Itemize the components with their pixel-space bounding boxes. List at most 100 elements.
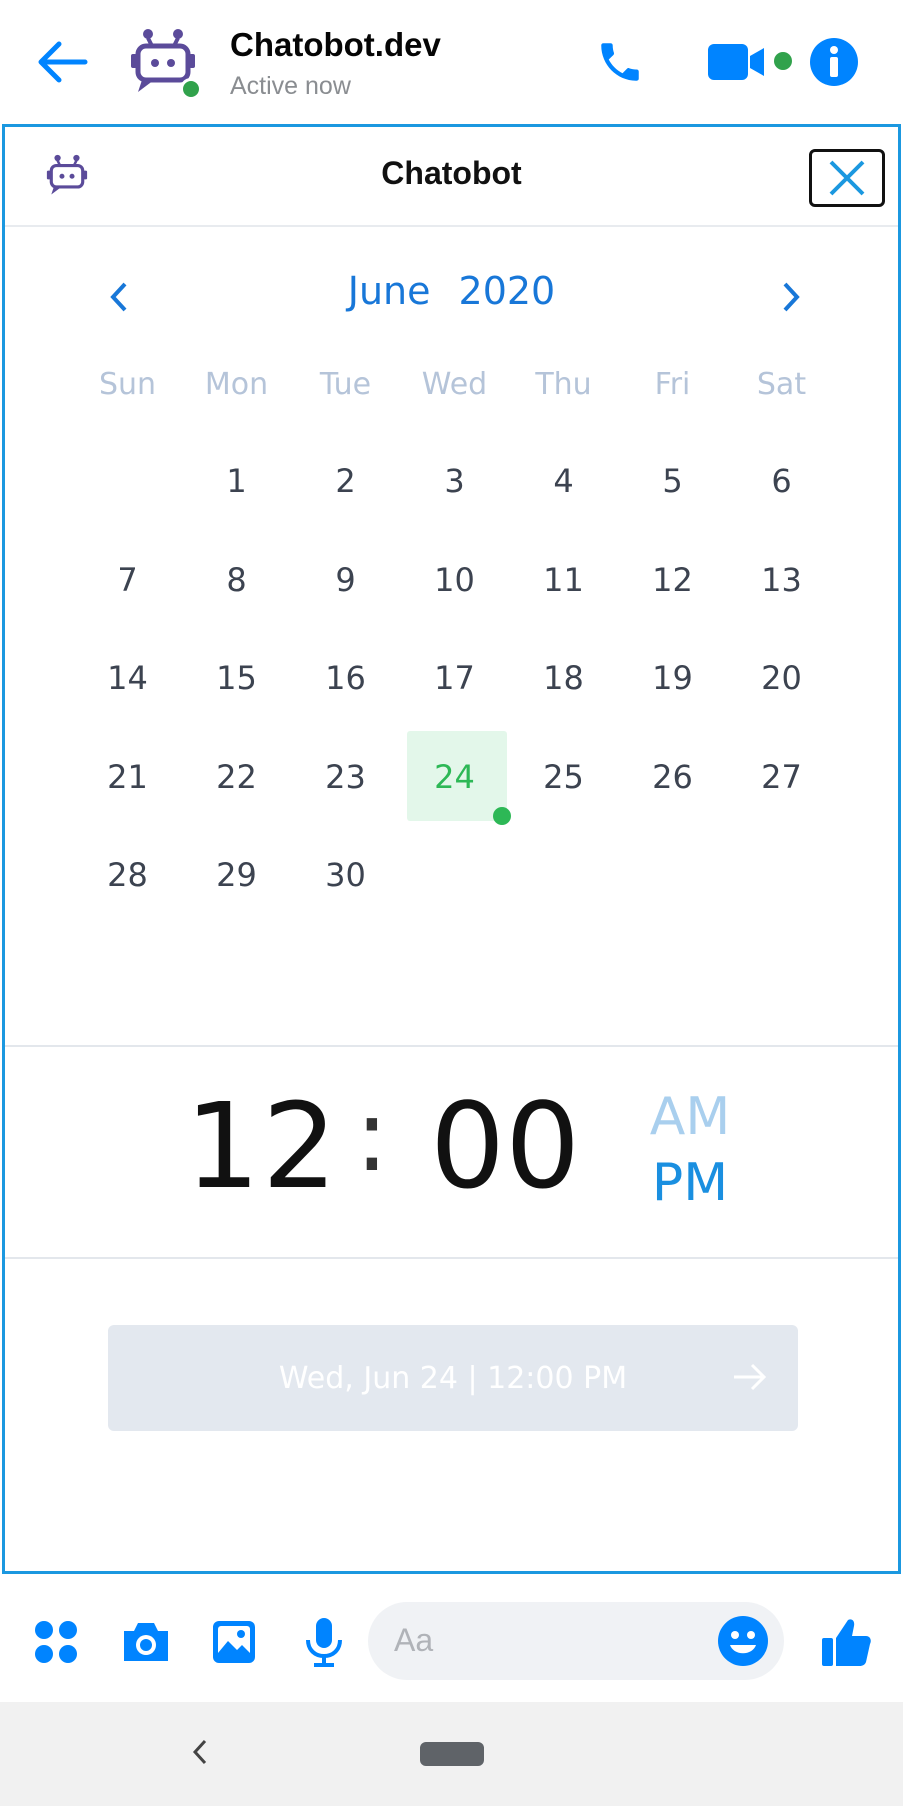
- calendar-day[interactable]: 21: [73, 728, 182, 827]
- day-number: 3: [444, 462, 465, 501]
- day-number: 10: [434, 560, 475, 599]
- calendar-day[interactable]: 7: [73, 531, 182, 630]
- day-number: 18: [543, 659, 584, 698]
- calendar-day[interactable]: 9: [291, 531, 400, 630]
- day-number: 28: [107, 856, 148, 895]
- day-number: 23: [325, 757, 366, 796]
- calendar-day[interactable]: 19: [618, 629, 727, 728]
- day-number: 27: [761, 757, 802, 796]
- video-camera-icon: [708, 44, 764, 80]
- back-button[interactable]: [30, 30, 94, 94]
- calendar-day[interactable]: 17: [400, 629, 509, 728]
- day-number: 26: [652, 757, 693, 796]
- message-input[interactable]: Aa: [368, 1602, 784, 1680]
- day-number: 13: [761, 560, 802, 599]
- day-number: 12: [652, 560, 693, 599]
- year-label[interactable]: 2020: [459, 269, 556, 313]
- calendar-day[interactable]: 11: [509, 531, 618, 630]
- camera-button[interactable]: [118, 1614, 174, 1670]
- calendar-day[interactable]: 14: [73, 629, 182, 728]
- am-option[interactable]: AM: [630, 1087, 750, 1147]
- emoji-button[interactable]: [716, 1614, 770, 1668]
- calendar-day[interactable]: 23: [291, 728, 400, 827]
- calendar-day[interactable]: 25: [509, 728, 618, 827]
- message-composer: Aa: [0, 1578, 903, 1702]
- day-number: 25: [543, 757, 584, 796]
- day-number: 6: [771, 462, 792, 501]
- info-button[interactable]: [806, 30, 862, 94]
- day-number: 2: [335, 462, 356, 501]
- calendar-day[interactable]: 6: [727, 432, 836, 531]
- contact-name[interactable]: Chatobot.dev: [230, 26, 441, 64]
- day-number: 17: [434, 659, 475, 698]
- day-number: 7: [117, 560, 138, 599]
- calendar-day[interactable]: 13: [727, 531, 836, 630]
- day-number: 29: [216, 856, 257, 895]
- calendar-day[interactable]: 8: [182, 531, 291, 630]
- day-number: 14: [107, 659, 148, 698]
- system-back-button[interactable]: [180, 1732, 220, 1772]
- video-call-button[interactable]: [696, 30, 792, 94]
- day-number: 30: [325, 856, 366, 895]
- phone-icon: [601, 43, 639, 81]
- day-number: 19: [652, 659, 693, 698]
- pm-option[interactable]: PM: [630, 1153, 750, 1213]
- calendar-day[interactable]: 4: [509, 432, 618, 531]
- close-button[interactable]: [809, 149, 885, 207]
- like-button[interactable]: [818, 1614, 874, 1670]
- microphone-button[interactable]: [296, 1614, 352, 1670]
- next-month-button[interactable]: [761, 267, 821, 327]
- calendar-day[interactable]: 18: [509, 629, 618, 728]
- calendar-day[interactable]: 27: [727, 728, 836, 827]
- contact-status: Active now: [230, 72, 351, 100]
- day-number: 1: [226, 462, 247, 501]
- calendar-grid: 1 2 3 4 5 6 7 8 9 10 11 12 13 14 15 16 17 18 19 20 21 22 23 24 2…: [73, 432, 836, 925]
- day-number: 4: [553, 462, 574, 501]
- system-home-button[interactable]: [420, 1742, 484, 1766]
- day-number: 24: [434, 757, 475, 796]
- calendar-empty-cell: [73, 432, 182, 531]
- calendar-day[interactable]: 22: [182, 728, 291, 827]
- arrow-right-icon: [734, 1363, 767, 1391]
- confirm-label: Wed, Jun 24 | 12:00 PM: [278, 1360, 628, 1396]
- calendar-day[interactable]: 29: [182, 826, 291, 925]
- apps-button[interactable]: [28, 1614, 84, 1670]
- calendar-day[interactable]: 10: [400, 531, 509, 630]
- gallery-icon: [213, 1621, 255, 1663]
- calendar-day[interactable]: 1: [182, 432, 291, 531]
- gallery-button[interactable]: [206, 1614, 262, 1670]
- hours-value[interactable]: 12: [185, 1077, 339, 1215]
- minutes-value[interactable]: 00: [430, 1077, 580, 1215]
- divider: [5, 1045, 898, 1047]
- back-arrow-icon: [38, 41, 88, 83]
- calendar-day[interactable]: 28: [73, 826, 182, 925]
- weekday-label: Tue: [319, 367, 372, 402]
- calendar-day[interactable]: 2: [291, 432, 400, 531]
- day-number: 15: [216, 659, 257, 698]
- call-button[interactable]: [588, 30, 652, 94]
- weekday-label: Sat: [756, 367, 807, 402]
- calendar-day[interactable]: 15: [182, 629, 291, 728]
- calendar-day[interactable]: 3: [400, 432, 509, 531]
- month-label[interactable]: June: [348, 269, 431, 313]
- calendar-day[interactable]: 26: [618, 728, 727, 827]
- chat-header: Chatobot.dev Active now: [0, 0, 903, 124]
- confirm-datetime-button[interactable]: Wed, Jun 24 | 12:00 PM: [108, 1325, 798, 1431]
- calendar-day[interactable]: 20: [727, 629, 836, 728]
- calendar-day[interactable]: 12: [618, 531, 727, 630]
- time-separator: :: [355, 1077, 389, 1194]
- day-number: 8: [226, 560, 247, 599]
- day-number: 11: [543, 560, 584, 599]
- chevron-left-icon: [192, 1739, 207, 1765]
- calendar-day-selected[interactable]: 24: [400, 728, 511, 827]
- calendar-day[interactable]: 16: [291, 629, 400, 728]
- day-number: 9: [335, 560, 356, 599]
- day-number: 5: [662, 462, 683, 501]
- calendar-day[interactable]: 5: [618, 432, 727, 531]
- chatbot-webview: Chatobot June 2020 Sun Mon Tue Wed Thu Fri Sat …: [2, 124, 901, 1574]
- calendar-day[interactable]: 30: [291, 826, 400, 925]
- weekday-label: Mon: [204, 367, 269, 402]
- day-number: 21: [107, 757, 148, 796]
- day-number: 22: [216, 757, 257, 796]
- chevron-right-icon: [783, 282, 800, 312]
